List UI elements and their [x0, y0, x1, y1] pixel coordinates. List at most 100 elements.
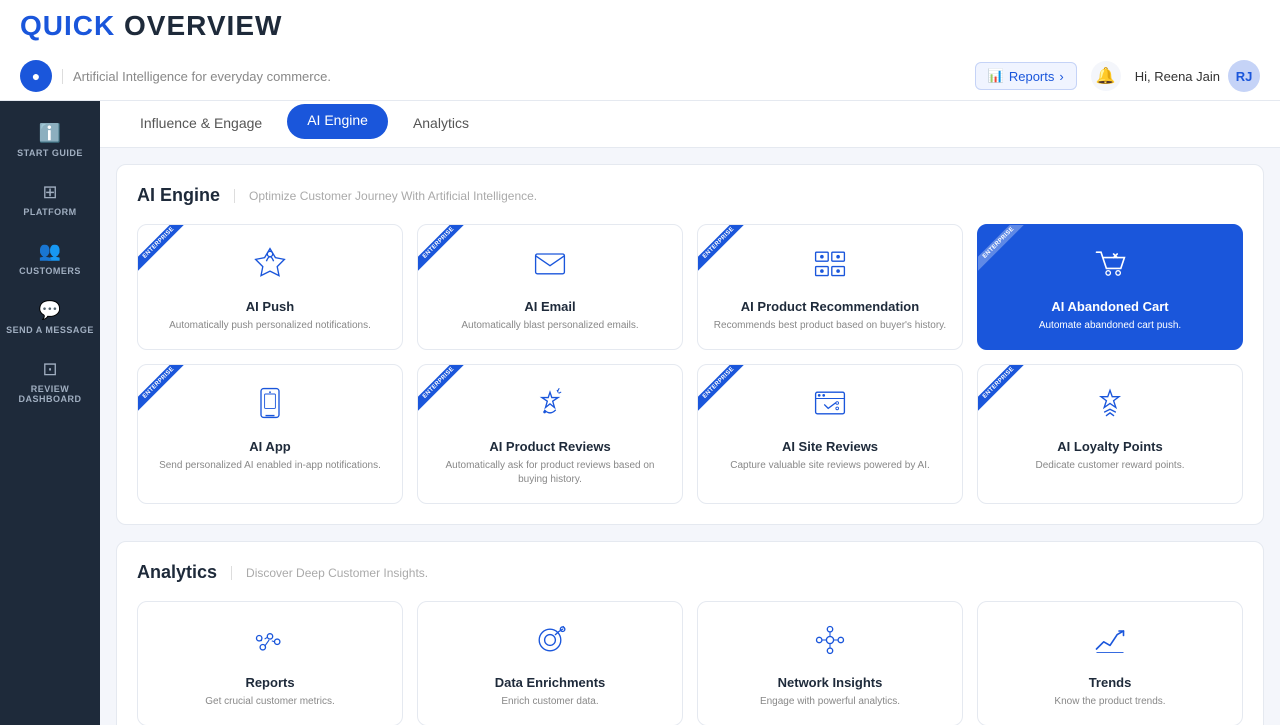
- email-icon: [532, 245, 568, 289]
- notifications-button[interactable]: 🔔: [1091, 61, 1121, 91]
- card-title: AI Product Recommendation: [741, 299, 919, 314]
- card-reports[interactable]: Reports Get crucial customer metrics.: [137, 601, 403, 725]
- card-trends[interactable]: Trends Know the product trends.: [977, 601, 1243, 725]
- push-icon: [252, 245, 288, 289]
- enterprise-ribbon: [418, 225, 474, 281]
- top-banner: QUICK OVERVIEW: [0, 0, 1280, 52]
- card-desc: Automate abandoned cart push.: [1039, 319, 1181, 333]
- card-title: AI Push: [246, 299, 294, 314]
- analytics-header: Analytics Discover Deep Customer Insight…: [137, 562, 1243, 583]
- sidebar-item-label: START GUIDE: [17, 148, 83, 158]
- card-desc: Dedicate customer reward points.: [1036, 459, 1185, 473]
- sub-header-left: ● Artificial Intelligence for everyday c…: [20, 60, 331, 92]
- card-ai-app[interactable]: AI App Send personalized AI enabled in-a…: [137, 364, 403, 504]
- app-logo: ●: [20, 60, 52, 92]
- sidebar-item-label: REVIEW DASHBOARD: [5, 384, 95, 404]
- enterprise-ribbon: [418, 365, 474, 421]
- card-ai-push[interactable]: AI Push Automatically push personalized …: [137, 224, 403, 350]
- ai-engine-header: AI Engine Optimize Customer Journey With…: [137, 185, 1243, 206]
- user-avatar: RJ: [1228, 60, 1260, 92]
- enrichments-icon: [532, 622, 568, 665]
- card-ai-product-reviews[interactable]: AI Product Reviews Automatically ask for…: [417, 364, 683, 504]
- card-title: AI Abandoned Cart: [1051, 299, 1168, 314]
- card-title: AI Loyalty Points: [1057, 439, 1162, 454]
- analytics-title: Analytics: [137, 562, 217, 583]
- card-title: AI Site Reviews: [782, 439, 878, 454]
- sub-header-right: 📊 Reports › 🔔 Hi, Reena Jain RJ: [975, 60, 1260, 92]
- ai-engine-subtitle: Optimize Customer Journey With Artificia…: [234, 189, 537, 203]
- card-desc: Capture valuable site reviews powered by…: [730, 459, 930, 473]
- reports-button[interactable]: 📊 Reports ›: [975, 62, 1077, 90]
- cart-icon: [1092, 245, 1128, 289]
- enterprise-ribbon: [978, 365, 1034, 421]
- card-title: Network Insights: [778, 675, 883, 690]
- card-desc: Engage with powerful analytics.: [760, 695, 900, 709]
- tab-influence[interactable]: Influence & Engage: [120, 101, 282, 148]
- user-info: Hi, Reena Jain RJ: [1135, 60, 1260, 92]
- chevron-right-icon: ›: [1059, 69, 1063, 84]
- card-desc: Know the product trends.: [1054, 695, 1165, 709]
- reports-card-icon: [252, 622, 288, 665]
- card-desc: Get crucial customer metrics.: [205, 695, 334, 709]
- card-title: Reports: [245, 675, 294, 690]
- enterprise-ribbon: [978, 225, 1034, 281]
- enterprise-ribbon: [138, 225, 194, 281]
- analytics-subtitle: Discover Deep Customer Insights.: [231, 566, 428, 580]
- reviews-icon: [532, 385, 568, 429]
- app-icon: [252, 385, 288, 429]
- platform-icon: ⊞: [42, 182, 57, 203]
- sidebar-item-send-message[interactable]: 💬 SEND A MESSAGE: [0, 288, 100, 347]
- sidebar-item-label: CUSTOMERS: [19, 266, 81, 276]
- card-ai-product-recommendation[interactable]: AI Product Recommendation Recommends bes…: [697, 224, 963, 350]
- card-ai-site-reviews[interactable]: AI Site Reviews Capture valuable site re…: [697, 364, 963, 504]
- tagline: Artificial Intelligence for everyday com…: [62, 69, 331, 84]
- sidebar-item-customers[interactable]: 👥 CUSTOMERS: [0, 229, 100, 288]
- card-desc: Automatically ask for product reviews ba…: [432, 459, 668, 487]
- app-title: QUICK OVERVIEW: [20, 10, 282, 42]
- card-desc: Recommends best product based on buyer's…: [714, 319, 946, 333]
- analytics-section: Analytics Discover Deep Customer Insight…: [116, 541, 1264, 725]
- customers-icon: 👥: [39, 241, 61, 262]
- trends-icon: [1092, 622, 1128, 665]
- ai-engine-section: AI Engine Optimize Customer Journey With…: [116, 164, 1264, 525]
- card-ai-email[interactable]: AI Email Automatically blast personalize…: [417, 224, 683, 350]
- card-desc: Enrich customer data.: [501, 695, 598, 709]
- card-ai-loyalty-points[interactable]: AI Loyalty Points Dedicate customer rewa…: [977, 364, 1243, 504]
- tab-ai-engine[interactable]: AI Engine: [287, 104, 388, 139]
- ai-engine-title: AI Engine: [137, 185, 220, 206]
- ai-engine-cards: AI Push Automatically push personalized …: [137, 224, 1243, 504]
- card-desc: Automatically push personalized notifica…: [169, 319, 371, 333]
- site-reviews-icon: [812, 385, 848, 429]
- sidebar: ℹ️ START GUIDE ⊞ PLATFORM 👥 CUSTOMERS 💬 …: [0, 101, 100, 725]
- sub-header: ● Artificial Intelligence for everyday c…: [0, 52, 1280, 101]
- user-greeting: Hi, Reena Jain: [1135, 69, 1220, 84]
- card-ai-abandoned-cart[interactable]: AI Abandoned Cart Automate abandoned car…: [977, 224, 1243, 350]
- sidebar-item-platform[interactable]: ⊞ PLATFORM: [0, 170, 100, 229]
- dashboard-icon: ⊡: [42, 359, 57, 380]
- card-data-enrichments[interactable]: Data Enrichments Enrich customer data.: [417, 601, 683, 725]
- analytics-cards: Reports Get crucial customer metrics.: [137, 601, 1243, 725]
- sidebar-item-label: PLATFORM: [23, 207, 76, 217]
- card-desc: Send personalized AI enabled in-app noti…: [159, 459, 381, 473]
- sidebar-item-review-dashboard[interactable]: ⊡ REVIEW DASHBOARD: [0, 347, 100, 416]
- message-icon: 💬: [39, 300, 61, 321]
- card-title: Data Enrichments: [495, 675, 606, 690]
- card-title: AI Product Reviews: [489, 439, 610, 454]
- card-title: AI App: [249, 439, 290, 454]
- card-desc: Automatically blast personalized emails.: [461, 319, 638, 333]
- card-title: AI Email: [524, 299, 575, 314]
- title-overview: OVERVIEW: [115, 10, 282, 41]
- enterprise-ribbon: [698, 225, 754, 281]
- sidebar-item-start-guide[interactable]: ℹ️ START GUIDE: [0, 111, 100, 170]
- card-network-insights[interactable]: Network Insights Engage with powerful an…: [697, 601, 963, 725]
- main-layout: ℹ️ START GUIDE ⊞ PLATFORM 👥 CUSTOMERS 💬 …: [0, 101, 1280, 725]
- recommendation-icon: [812, 245, 848, 289]
- tab-analytics[interactable]: Analytics: [393, 101, 489, 148]
- info-icon: ℹ️: [39, 123, 61, 144]
- enterprise-ribbon: [698, 365, 754, 421]
- card-title: Trends: [1089, 675, 1132, 690]
- tabs-bar: Influence & Engage AI Engine Analytics: [100, 101, 1280, 148]
- reports-label: Reports: [1009, 69, 1055, 84]
- enterprise-ribbon: [138, 365, 194, 421]
- sidebar-item-label: SEND A MESSAGE: [6, 325, 94, 335]
